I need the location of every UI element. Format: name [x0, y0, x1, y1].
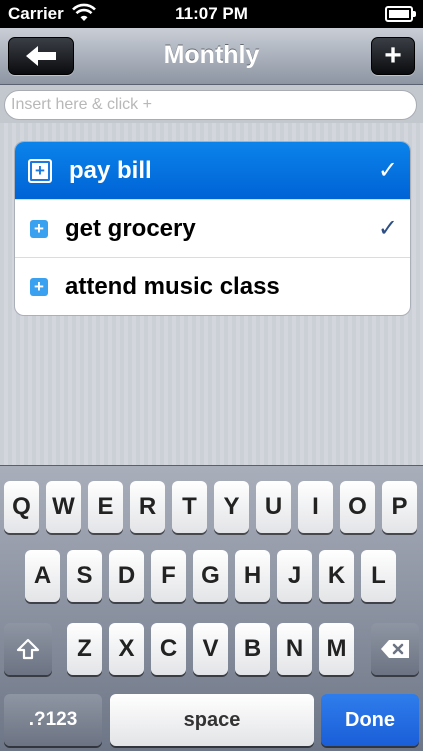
key-g[interactable]: G: [193, 550, 228, 602]
key-n[interactable]: N: [277, 623, 312, 675]
done-key[interactable]: Done: [321, 694, 419, 746]
content-area: + pay bill ✓ + get grocery ✓ + attend mu…: [0, 123, 423, 465]
key-e[interactable]: E: [88, 481, 123, 533]
task-row[interactable]: + get grocery ✓: [15, 200, 410, 258]
numbers-key[interactable]: .?123: [4, 694, 102, 746]
page-title: Monthly: [163, 41, 260, 69]
key-u[interactable]: U: [256, 481, 291, 533]
key-t[interactable]: T: [172, 481, 207, 533]
task-row[interactable]: + pay bill ✓: [15, 142, 410, 200]
task-label: pay bill: [69, 156, 152, 184]
key-h[interactable]: H: [235, 550, 270, 602]
space-key[interactable]: space: [110, 694, 314, 746]
key-d[interactable]: D: [109, 550, 144, 602]
shift-arrow-icon: [16, 638, 40, 660]
keyboard: Q W E R T Y U I O P A S D F G H J K L Z …: [0, 465, 423, 751]
key-w[interactable]: W: [46, 481, 81, 533]
backspace-icon: [381, 640, 409, 658]
key-v[interactable]: V: [193, 623, 228, 675]
clock: 11:07 PM: [175, 4, 248, 23]
key-b[interactable]: B: [235, 623, 270, 675]
checkmark-icon: ✓: [377, 157, 398, 184]
delete-key[interactable]: [371, 623, 419, 675]
checkmark-icon: ✓: [377, 215, 398, 242]
navigation-bar: Monthly +: [0, 28, 423, 85]
key-m[interactable]: M: [319, 623, 354, 675]
key-x[interactable]: X: [109, 623, 144, 675]
expand-plus-icon[interactable]: +: [28, 158, 52, 183]
shift-key[interactable]: [4, 623, 52, 675]
expand-plus-icon[interactable]: +: [30, 277, 48, 296]
key-f[interactable]: F: [151, 550, 186, 602]
expand-plus-icon[interactable]: +: [30, 219, 48, 238]
key-l[interactable]: L: [361, 550, 396, 602]
input-strip: [0, 85, 423, 123]
key-k[interactable]: K: [319, 550, 354, 602]
key-q[interactable]: Q: [4, 481, 39, 533]
key-o[interactable]: O: [340, 481, 375, 533]
key-i[interactable]: I: [298, 481, 333, 533]
key-r[interactable]: R: [130, 481, 165, 533]
battery-icon: [385, 6, 416, 22]
task-input[interactable]: [4, 90, 417, 120]
key-p[interactable]: P: [382, 481, 417, 533]
add-button[interactable]: +: [371, 37, 415, 75]
key-c[interactable]: C: [151, 623, 186, 675]
task-row[interactable]: + attend music class: [15, 258, 410, 315]
key-z[interactable]: Z: [67, 623, 102, 675]
task-label: attend music class: [65, 272, 280, 300]
task-list: + pay bill ✓ + get grocery ✓ + attend mu…: [14, 141, 411, 316]
key-y[interactable]: Y: [214, 481, 249, 533]
task-label: get grocery: [65, 214, 196, 242]
status-bar: Carrier 11:07 PM: [0, 0, 423, 28]
key-a[interactable]: A: [25, 550, 60, 602]
key-s[interactable]: S: [67, 550, 102, 602]
key-j[interactable]: J: [277, 550, 312, 602]
